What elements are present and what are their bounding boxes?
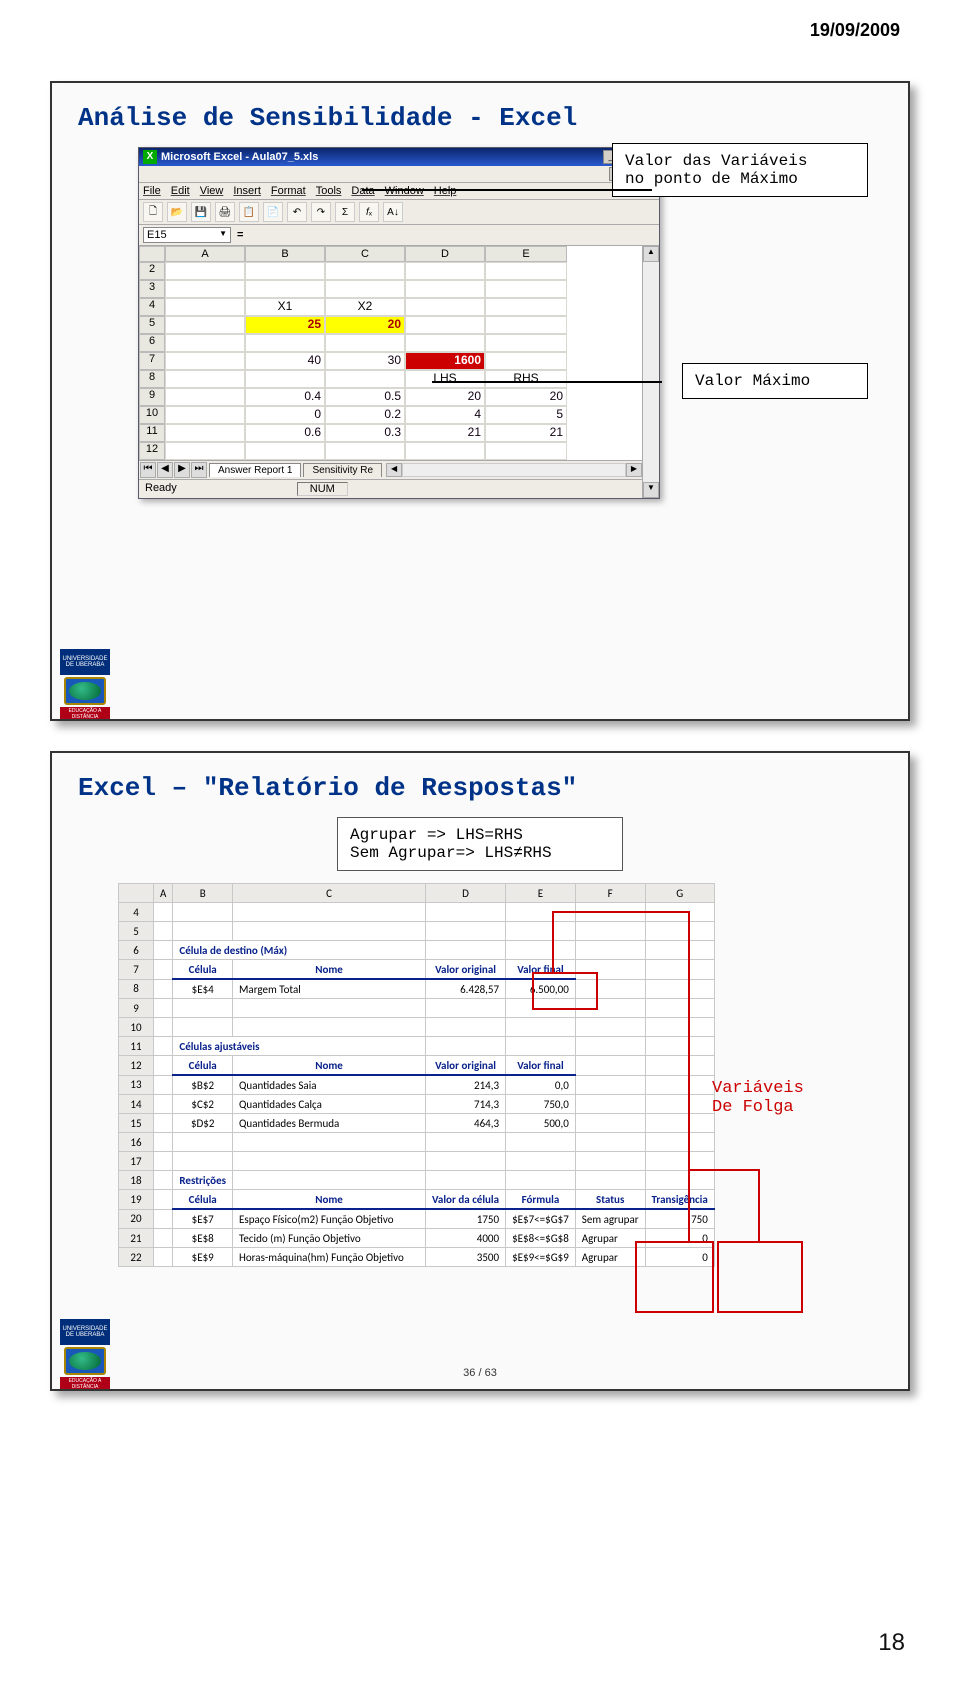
tab-next-icon[interactable]: ▶ [174,462,190,478]
grouping-textbox: Agrupar => LHS=RHS Sem Agrupar=> LHS≠RHS [337,817,623,871]
status-numlock: NUM [297,482,348,496]
status-bar: Ready NUM [139,479,642,498]
slide2-title: Excel – "Relatório de Respostas" [78,773,882,803]
tab-sensitivity[interactable]: Sensitivity Re [303,463,382,477]
status-ready: Ready [145,482,177,496]
anno-box-transig [717,1241,803,1313]
save-icon[interactable]: 💾 [191,202,211,222]
menu-tools[interactable]: Tools [316,185,342,197]
new-icon[interactable]: 🗋 [143,202,163,222]
slide-footer: 36 / 63 [463,1367,497,1379]
menu-view[interactable]: View [200,185,224,197]
answer-report-table: A B C D E F G 4 5 6Célula de destino (Má… [118,883,715,1267]
sum-icon[interactable]: Σ [335,202,355,222]
equals-label: = [237,229,243,241]
fx-icon[interactable]: fₓ [359,202,379,222]
name-box[interactable]: E15▼ [143,227,231,243]
open-icon[interactable]: 📂 [167,202,187,222]
menu-insert[interactable]: Insert [233,185,261,197]
page-date: 19/09/2009 [0,0,960,51]
anno-box-valfinal [532,972,598,1010]
copy-icon[interactable]: 📋 [239,202,259,222]
scroll-up-icon[interactable]: ▲ [643,246,659,262]
toolbar: 🗋 📂 💾 🖨 📋 📄 ↶ ↷ Σ fₓ A↓ [139,200,659,225]
anno-box-status [635,1241,714,1313]
anno-slack-vars: Variáveis De Folga [712,1079,804,1117]
window-title: Microsoft Excel - Aula07_5.xls [161,151,599,163]
tab-answer-report[interactable]: Answer Report 1 [209,463,301,477]
scroll-left-icon[interactable]: ◀ [386,463,402,477]
menubar: File Edit View Insert Format Tools Data … [139,183,659,200]
menu-window[interactable]: Window [385,185,424,197]
anno-line-to-folga [688,1169,760,1171]
tab-prev-icon[interactable]: ◀ [157,462,173,478]
menu-help[interactable]: Help [434,185,457,197]
slide-1: Análise de Sensibilidade - Excel X Micro… [50,81,910,721]
paste-icon[interactable]: 📄 [263,202,283,222]
scroll-right-icon[interactable]: ▶ [626,463,642,477]
col-c[interactable]: C [325,246,405,262]
slide1-title: Análise de Sensibilidade - Excel [78,103,882,133]
anno-line-v1 [552,911,554,973]
menu-edit[interactable]: Edit [171,185,190,197]
institution-badge-2: UNIVERSIDADE DE UBERABA EDUCAÇÃO A DISTÂ… [60,1319,110,1379]
menu-file[interactable]: File [143,185,161,197]
print-icon[interactable]: 🖨 [215,202,235,222]
callout-line-2 [432,381,662,383]
anno-line-v3 [758,1169,760,1241]
callout-line-1 [362,189,652,191]
anno-line-v2 [688,911,690,1241]
excel-icon: X [143,150,157,164]
col-a[interactable]: A [165,246,245,262]
col-d[interactable]: D [405,246,485,262]
anno-line-h1 [552,911,690,913]
h-scrollbar[interactable] [402,463,626,477]
undo-icon[interactable]: ↶ [287,202,307,222]
sort-asc-icon[interactable]: A↓ [383,202,403,222]
v-scrollbar[interactable]: ▲ ▼ [642,246,659,498]
chevron-down-icon[interactable]: ▼ [219,229,227,241]
menu-format[interactable]: Format [271,185,306,197]
slide-2: Excel – "Relatório de Respostas" Agrupar… [50,751,910,1391]
redo-icon[interactable]: ↷ [311,202,331,222]
menu-data[interactable]: Data [351,185,374,197]
sheet-tabs: ⏮ ◀ ▶ ⏭ Answer Report 1 Sensitivity Re ◀… [139,460,642,479]
formula-bar: E15▼ = [139,225,659,246]
institution-badge: UNIVERSIDADE DE UBERABA EDUCAÇÃO A DISTÂ… [60,649,110,709]
scroll-down-icon[interactable]: ▼ [643,482,659,498]
tab-first-icon[interactable]: ⏮ [140,462,156,478]
excel-window: X Microsoft Excel - Aula07_5.xls _ □ × _… [138,147,660,499]
titlebar: X Microsoft Excel - Aula07_5.xls _ □ × [139,148,659,166]
callout-max: Valor Máximo [682,363,868,399]
col-e[interactable]: E [485,246,567,262]
page-number: 18 [878,1629,905,1657]
col-b[interactable]: B [245,246,325,262]
spreadsheet-grid[interactable]: A B C D E 2 3 4X1X2 52520 6 740301600 8L… [139,246,642,460]
tab-last-icon[interactable]: ⏭ [191,462,207,478]
